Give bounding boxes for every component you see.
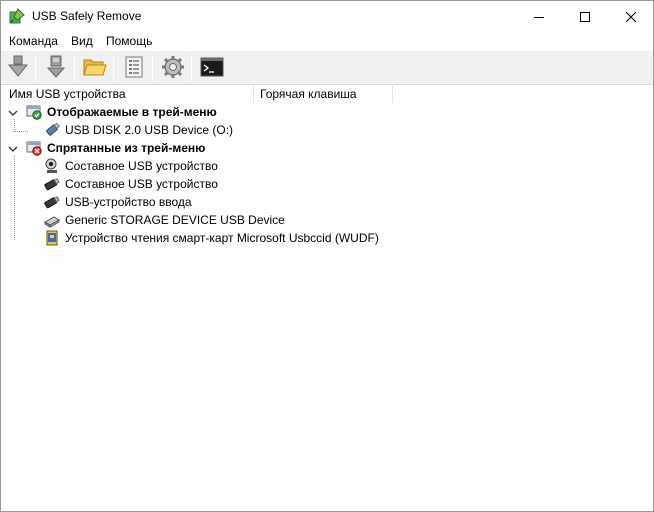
menu-command[interactable]: Команда (8, 34, 59, 48)
toolbar-separator (152, 55, 153, 81)
tree-item[interactable]: USB DISK 2.0 USB Device (O:) (1, 121, 653, 139)
tree-item[interactable]: Устройство чтения смарт-карт Microsoft U… (1, 229, 653, 247)
eject-arrow-icon (7, 55, 29, 82)
column-hotkey[interactable]: Горячая клавиша (254, 87, 392, 103)
tray-visible-icon (26, 104, 42, 120)
item-label: Составное USB устройство (65, 177, 218, 191)
item-label: USB-устройство ввода (65, 195, 192, 209)
column-header: Имя USB устройства Горячая клавиша (1, 86, 653, 103)
column-divider[interactable] (392, 86, 393, 103)
usb-stick-icon (44, 122, 61, 138)
app-window: USB Safely Remove Команда Вид Помощь Имя… (0, 0, 654, 512)
folder-open-icon (83, 56, 107, 81)
usb-app-icon (9, 8, 25, 24)
gear-icon (161, 55, 185, 82)
toolbar-separator (113, 55, 114, 81)
usb-plug-icon (44, 176, 60, 192)
toolbar-separator (35, 55, 36, 81)
settings-button[interactable] (159, 54, 187, 82)
tray-hidden-icon (26, 140, 42, 156)
menu-bar: Команда Вид Помощь (1, 32, 653, 51)
tree-item[interactable]: Составное USB устройство (1, 157, 653, 175)
usb-plug-icon (44, 194, 60, 210)
toolbar-separator (191, 55, 192, 81)
menu-view[interactable]: Вид (70, 34, 94, 48)
item-label: Устройство чтения смарт-карт Microsoft U… (65, 231, 379, 245)
item-label: Составное USB устройство (65, 159, 218, 173)
webcam-icon (44, 158, 60, 174)
toolbar (1, 51, 653, 85)
card-reader-icon (44, 212, 60, 228)
command-line-icon (200, 57, 224, 80)
tree-group-hidden[interactable]: Спрятанные из трей-меню (1, 139, 653, 157)
group-label: Отображаемые в трей-меню (47, 105, 217, 119)
close-button[interactable] (608, 1, 654, 32)
tree-item[interactable]: Generic STORAGE DEVICE USB Device (1, 211, 653, 229)
stop-device-icon (45, 55, 67, 82)
tree-item[interactable]: USB-устройство ввода (1, 193, 653, 211)
group-label: Спрятанные из трей-меню (47, 141, 206, 155)
eject-arrow-button[interactable] (4, 54, 32, 82)
smart-card-reader-icon (44, 230, 60, 246)
column-usb-device-name[interactable]: Имя USB устройства (3, 87, 253, 103)
window-title: USB Safely Remove (32, 9, 142, 23)
properties-icon (123, 56, 145, 81)
stop-device-button[interactable] (42, 54, 70, 82)
title-bar: USB Safely Remove (1, 1, 653, 32)
chevron-down-icon[interactable] (8, 107, 18, 117)
minimize-button[interactable] (516, 1, 562, 32)
tree-item[interactable]: Составное USB устройство (1, 175, 653, 193)
properties-button[interactable] (120, 54, 148, 82)
open-folder-button[interactable] (81, 54, 109, 82)
toolbar-separator (74, 55, 75, 81)
item-label: USB DISK 2.0 USB Device (O:) (65, 123, 234, 137)
maximize-button[interactable] (562, 1, 608, 32)
command-line-button[interactable] (198, 54, 226, 82)
item-label: Generic STORAGE DEVICE USB Device (65, 213, 285, 227)
tree-group-visible[interactable]: Отображаемые в трей-меню (1, 103, 653, 121)
chevron-down-icon[interactable] (8, 143, 18, 153)
menu-help[interactable]: Помощь (105, 34, 153, 48)
